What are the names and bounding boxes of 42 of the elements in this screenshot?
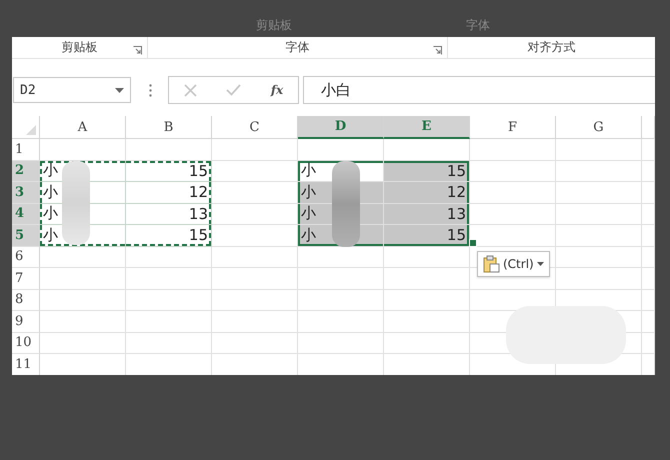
column-header[interactable]: D [298,116,384,139]
table-cell: 15 [384,225,470,246]
formula-input[interactable]: 小白 [303,76,655,104]
paste-options-button[interactable]: (Ctrl) [477,251,550,277]
column-header[interactable]: G [556,116,642,139]
column-header[interactable]: B [126,116,212,139]
ribbon-group-label: 剪贴板 [62,39,98,56]
row-header[interactable]: 5 [12,225,40,246]
table-cell: 12 [126,182,212,204]
caret-icon [536,262,544,266]
table-cell: 小 [298,160,384,182]
caret-icon[interactable] [115,88,124,92]
column-header[interactable]: E [384,116,470,139]
ribbon-group-label: 字体 [286,39,310,56]
table-cell: 15 [126,225,212,246]
row-header[interactable]: 2 [12,160,40,182]
row-header[interactable]: 4 [12,204,40,225]
column-header[interactable]: A [40,116,126,139]
row-header[interactable]: 9 [12,311,40,332]
table-cell: 15 [126,160,212,182]
insert-function-button[interactable]: fx [270,83,284,97]
row-header[interactable]: 8 [12,290,40,311]
row-header[interactable]: 7 [12,268,40,290]
column-header[interactable]: F [470,116,556,139]
dialog-launcher-icon[interactable] [433,46,442,55]
table-cell: 13 [384,204,470,225]
table-cell: 13 [126,204,212,225]
table-cell: 12 [384,182,470,204]
table-cell: 15 [384,160,470,182]
check-icon[interactable] [226,84,242,96]
row-header[interactable]: 10 [12,332,40,354]
name-box[interactable]: D2 [13,77,131,103]
dialog-launcher-icon[interactable] [133,46,142,55]
clipboard-icon [483,255,500,273]
background-ribbon-label: 字体 [466,17,490,34]
ribbon-group-label: 对齐方式 [528,39,576,56]
fill-handle[interactable] [469,239,477,247]
row-header[interactable]: 3 [12,182,40,204]
background-ribbon-label: 剪贴板 [256,17,292,34]
more-icon[interactable] [149,84,152,96]
row-header[interactable]: 6 [12,246,40,268]
row-header[interactable]: 11 [12,354,40,375]
